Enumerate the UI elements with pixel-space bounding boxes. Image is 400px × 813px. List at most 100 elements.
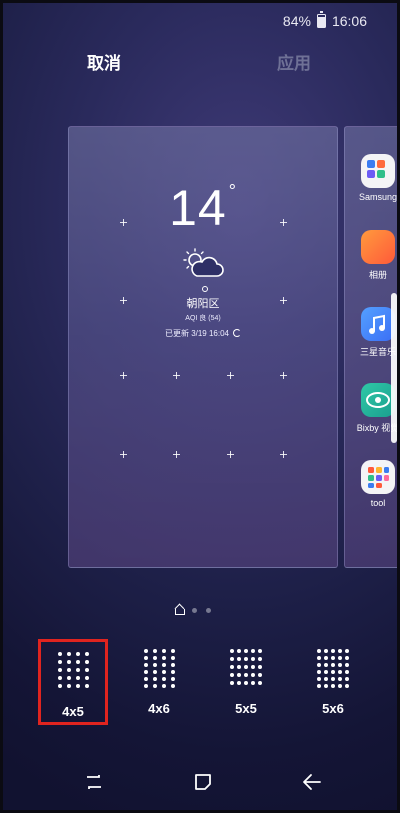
apply-button[interactable]: 应用 (277, 49, 311, 74)
grid-dot (152, 663, 157, 667)
grid-marker (173, 372, 180, 379)
app-label: 相册 (368, 270, 387, 280)
cancel-button[interactable]: 取消 (87, 49, 121, 74)
home-page-indicator-icon (175, 606, 185, 615)
grid-dot (161, 663, 166, 667)
grid-dot (324, 677, 328, 681)
grid-dot (338, 677, 342, 681)
grid-marker (280, 451, 287, 458)
grid-dot (161, 677, 166, 681)
grid-dot (230, 673, 234, 677)
grid-marker (280, 372, 287, 379)
grid-dot (331, 656, 335, 660)
app-label: Samsung (358, 192, 398, 202)
grid-dot (331, 684, 335, 688)
grid-dot (237, 665, 241, 669)
page-indicator (175, 606, 211, 615)
grid-option-label: 4x6 (148, 701, 170, 716)
grid-option-4x5[interactable]: 4x5 (38, 639, 108, 725)
grid-dot (251, 657, 255, 661)
grid-dot (258, 673, 262, 677)
grid-dot (244, 649, 248, 653)
grid-dot (57, 668, 62, 672)
battery-percent: 84% (282, 13, 311, 29)
grid-dot (152, 684, 157, 688)
app-gallery[interactable]: 相册 (353, 230, 397, 281)
recent-apps-icon[interactable] (83, 771, 105, 793)
grid-dot (230, 649, 234, 653)
grid-dot (251, 649, 255, 653)
back-icon[interactable] (301, 771, 323, 793)
navigation-bar (3, 763, 397, 803)
edge-panel-handle[interactable] (391, 293, 397, 443)
weather-updated: 已更新 3/19 16:04 (69, 328, 337, 339)
grid-marker (227, 372, 234, 379)
page-dot (206, 607, 211, 613)
grid-dot (258, 649, 262, 653)
battery-icon (316, 11, 326, 28)
grid-marker (280, 297, 287, 304)
home-button-icon[interactable] (192, 771, 214, 793)
grid-dot (75, 676, 80, 680)
grid-option-5x5[interactable]: 5x5 (211, 639, 281, 725)
grid-dot (251, 681, 255, 685)
music-icon (361, 307, 395, 341)
grid-dot (237, 673, 241, 677)
grid-dot (244, 681, 248, 685)
grid-option-5x6[interactable]: 5x6 (298, 639, 368, 725)
grid-option-4x6[interactable]: 4x6 (124, 639, 194, 725)
grid-dot (66, 668, 71, 672)
grid-dot (170, 684, 175, 688)
grid-dot (84, 660, 89, 664)
bixby-vision-icon (361, 383, 395, 417)
grid-option-label: 5x6 (322, 701, 344, 716)
status-bar: 84% 16:06 (282, 11, 367, 29)
grid-dot (244, 665, 248, 669)
grid-dot (237, 681, 241, 685)
grid-dot (152, 677, 157, 681)
grid-dot (84, 652, 89, 656)
grid-dot (317, 670, 321, 674)
grid-dot (338, 684, 342, 688)
grid-dot (66, 676, 71, 680)
grid-dot (338, 656, 342, 660)
home-page-preview[interactable]: 14 ° 朝阳区 AQI 良 (54) 已更新 3/19 16:04 (68, 126, 338, 568)
grid-5x6-icon (298, 649, 368, 688)
grid-dot (258, 665, 262, 669)
grid-dot (57, 684, 62, 688)
grid-dot (75, 652, 80, 656)
grid-dot (84, 676, 89, 680)
location-pin-icon (202, 286, 208, 292)
grid-dot (345, 649, 349, 653)
grid-dot (143, 663, 148, 667)
grid-dot (324, 663, 328, 667)
grid-dot (244, 673, 248, 677)
grid-dot (345, 677, 349, 681)
grid-dot (338, 670, 342, 674)
app-samsung[interactable]: Samsung (353, 154, 398, 202)
grid-marker (120, 297, 127, 304)
weather-location: 朝阳区 (186, 298, 220, 310)
grid-dot (331, 663, 335, 667)
grid-dot (152, 670, 157, 674)
grid-dot (84, 668, 89, 672)
refresh-icon[interactable] (233, 329, 242, 337)
grid-dot (345, 670, 349, 674)
weather-aqi: AQI 良 (54) (185, 315, 221, 322)
grid-dot (170, 677, 175, 681)
grid-dot (230, 657, 234, 661)
grid-4x6-icon (124, 649, 194, 688)
grid-dot (317, 656, 321, 660)
grid-dot (170, 663, 175, 667)
grid-dot (324, 649, 328, 653)
grid-dot (143, 649, 148, 653)
grid-dot (345, 684, 349, 688)
grid-dot (66, 660, 71, 664)
grid-5x5-icon (211, 649, 281, 685)
app-tool[interactable]: tool (353, 460, 397, 508)
grid-dot (161, 670, 166, 674)
grid-dot (161, 684, 166, 688)
gallery-icon (361, 230, 395, 264)
grid-dot (251, 673, 255, 677)
grid-dot (170, 649, 175, 653)
